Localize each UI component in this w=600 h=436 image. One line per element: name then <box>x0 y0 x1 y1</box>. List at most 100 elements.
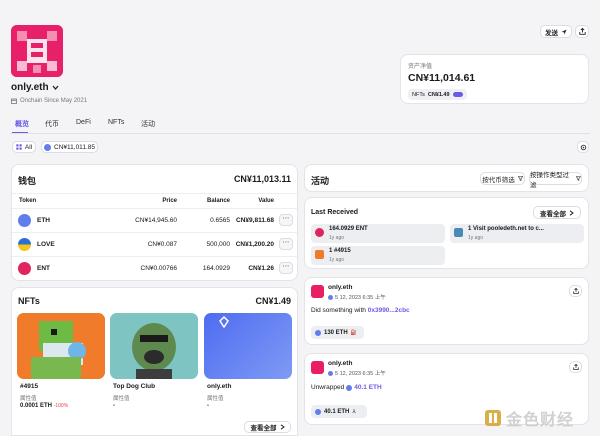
event-amount-chip: 40.1 ETH ⅄ <box>311 405 367 418</box>
nft-price: - <box>113 403 115 409</box>
filter-by-type-button[interactable]: 按操作类型过滤 <box>529 172 582 189</box>
nft-floor-label: 属性值 <box>113 396 130 402</box>
nft-name: only.eth <box>207 383 232 390</box>
last-received-view-all-button[interactable]: 查看全部 <box>533 206 581 219</box>
profile-name[interactable]: only.eth <box>11 82 59 93</box>
nft-name: #4915 <box>20 383 39 390</box>
nft-image-pug <box>110 313 198 379</box>
token-value: CN¥1.26 <box>248 265 274 272</box>
event-share-button[interactable] <box>569 285 582 297</box>
token-name: ENT <box>37 265 50 272</box>
calendar-icon <box>11 98 17 104</box>
watermark-text: 金色财经 <box>506 412 575 429</box>
col-value: Value <box>258 198 274 204</box>
tab-nfts-label: NFTs <box>108 119 125 126</box>
send-button[interactable]: 发送 <box>540 25 572 38</box>
share-icon <box>578 28 586 35</box>
nfts-worth-pill[interactable]: NFTs CN¥1.49 <box>408 89 467 100</box>
token-name: LOVE <box>37 241 55 248</box>
tab-activity-label: 活动 <box>141 121 155 128</box>
nft-card-4915[interactable]: #4915 属性值 0.0001 ETH -100% <box>17 313 105 413</box>
event-share-button[interactable] <box>569 361 582 373</box>
send-button-label: 发送 <box>545 29 558 37</box>
nfts-view-all-button[interactable]: 查看全部 <box>244 421 291 433</box>
wallet-total: CN¥11,013.11 <box>233 174 291 184</box>
col-price: Price <box>162 198 177 204</box>
send-arrow-icon <box>561 29 567 34</box>
tab-tokens[interactable]: 代币 <box>45 119 59 129</box>
filter-all-chip[interactable]: All <box>12 141 36 153</box>
event-desc-prefix: Unwrapped <box>311 384 345 391</box>
tab-overview[interactable]: 概览 <box>15 119 29 129</box>
pug-nft-icon <box>110 313 198 379</box>
activity-header-card: 活动 按代币筛选 按操作类型过滤 <box>304 164 589 192</box>
nft-card-only-eth[interactable]: only.eth 属性值 - <box>204 313 292 413</box>
nfts-worth-label: NFTs <box>412 91 425 98</box>
grid-icon <box>16 144 22 150</box>
tab-activity[interactable]: 活动 <box>141 119 155 129</box>
received-item-time: 1y ago <box>329 235 345 241</box>
eth-icon <box>18 214 31 227</box>
settings-button[interactable] <box>577 141 589 153</box>
eth-chain-icon <box>328 294 333 300</box>
last-received-card: Last Received 查看全部 164.0929 ENT 1y ago 1… <box>304 197 589 269</box>
net-worth-card: 资产净值 CN¥11,014.61 NFTs CN¥1.49 <box>400 54 589 104</box>
share-icon <box>572 364 579 370</box>
nft-thumbnail-icon <box>454 228 463 237</box>
wallet-row-eth[interactable]: ETH CN¥14,945.60 0.6565 CN¥9,811.68 ⋯ <box>12 208 297 232</box>
event-amount-chip: 130 ETH ⛽ <box>311 326 364 339</box>
row-more-button[interactable]: ⋯ <box>279 262 293 274</box>
eth-icon <box>315 408 321 415</box>
tab-defi[interactable]: DeFi <box>76 119 91 126</box>
filter-by-type-label: 按操作类型过滤 <box>530 171 569 189</box>
share-button[interactable] <box>575 25 589 38</box>
received-item-visit[interactable]: 1 Visit pooledeth.net to c... 1y ago <box>450 224 584 243</box>
gas-icon: ⛽ <box>350 329 357 336</box>
row-more-button[interactable]: ⋯ <box>279 214 293 226</box>
event-date-row: 5 12, 2023 6:35 上午 <box>328 293 386 301</box>
unwrap-icon: ⅄ <box>352 408 356 415</box>
toggle-switch[interactable] <box>452 92 463 97</box>
nft-price-row: 0.0001 ETH -100% <box>20 403 68 409</box>
wallet-row-ent[interactable]: ENT CN¥0.00766 164.0929 CN¥1.26 ⋯ <box>12 256 297 280</box>
event-desc-prefix: Did something with <box>311 307 366 314</box>
frog-nft-icon <box>17 313 105 379</box>
received-item-title: 1 Visit pooledeth.net to c... <box>468 226 544 232</box>
token-price: CN¥0.00766 <box>140 265 178 272</box>
col-balance: Balance <box>206 198 230 204</box>
activity-title: 活动 <box>311 176 330 186</box>
net-worth-label: 资产净值 <box>408 64 433 70</box>
col-token: Token <box>19 198 37 204</box>
event-date-row: 5 12, 2023 6:35 上午 <box>328 369 386 377</box>
activity-event-1[interactable]: only.eth 5 12, 2023 6:35 上午 Did somethin… <box>304 277 589 345</box>
nft-image-ens <box>204 313 292 379</box>
wallet-header-row: Token Price Balance Value <box>12 193 297 207</box>
event-desc-address[interactable]: 0x3990...2cbc <box>368 307 410 314</box>
filter-eth-value: CN¥11,011.85 <box>54 143 95 151</box>
nft-image-frog <box>17 313 105 379</box>
eth-chain-icon <box>328 370 333 376</box>
eth-chain-icon <box>44 143 52 151</box>
tabs-divider <box>10 133 590 134</box>
event-date: 5 12, 2023 6:35 上午 <box>335 371 386 377</box>
ent-token-icon <box>18 262 31 275</box>
filter-eth-chip[interactable]: CN¥11,011.85 <box>41 141 98 153</box>
nft-card-top-dog[interactable]: Top Dog Club 属性值 - <box>110 313 198 413</box>
filter-icon <box>576 176 581 181</box>
nft-floor-label: 属性值 <box>20 396 37 402</box>
onchain-since: Onchain Since May 2021 <box>11 98 87 104</box>
tab-tokens-label: 代币 <box>45 121 59 128</box>
nfts-total: CN¥1.49 <box>255 296 291 306</box>
tab-defi-label: DeFi <box>76 119 91 126</box>
event-amount: 40.1 ETH <box>324 408 350 415</box>
nft-floor-label: 属性值 <box>207 396 224 402</box>
received-item-4915[interactable]: 1 #4915 1y ago <box>311 246 445 265</box>
wallet-row-love[interactable]: LOVE CN¥0.087 500,000 CN¥1,200.20 ⋯ <box>12 232 297 256</box>
event-description: Did something with 0x3990...2cbc <box>311 307 410 314</box>
event-actor: only.eth <box>328 360 353 367</box>
eth-icon <box>315 329 321 336</box>
received-item-ent[interactable]: 164.0929 ENT 1y ago <box>311 224 445 243</box>
tab-nfts[interactable]: NFTs <box>108 119 124 126</box>
filter-by-token-button[interactable]: 按代币筛选 <box>480 172 525 185</box>
row-more-button[interactable]: ⋯ <box>279 238 293 250</box>
